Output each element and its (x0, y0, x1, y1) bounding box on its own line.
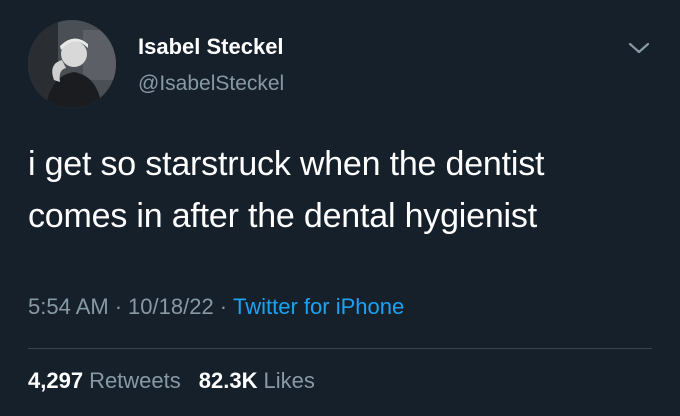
tweet-text-line: comes in after the dental hygienist (28, 197, 537, 235)
avatar[interactable] (28, 20, 116, 108)
profile-photo-icon (28, 20, 116, 108)
chevron-down-icon (628, 42, 650, 54)
author-handle[interactable]: @IsabelSteckel (138, 72, 284, 96)
retweets-label: Retweets (89, 368, 181, 393)
meta-separator: · (219, 294, 228, 319)
tweet-text: i get so starstruck when the dentist com… (28, 138, 658, 242)
meta-separator: · (114, 294, 123, 319)
tweet-metadata: 5:54 AM · 10/18/22 · Twitter for iPhone (28, 294, 404, 320)
more-menu-button[interactable] (626, 38, 652, 58)
tweet-card: Isabel Steckel @IsabelSteckel i get so s… (0, 0, 680, 416)
likes-stat[interactable]: 82.3K Likes (199, 368, 315, 393)
likes-label: Likes (263, 368, 315, 393)
tweet-time[interactable]: 5:54 AM (28, 294, 109, 319)
tweet-text-line: i get so starstruck when the dentist (28, 145, 545, 183)
tweet-date[interactable]: 10/18/22 (128, 294, 214, 319)
tweet-stats: 4,297 Retweets 82.3K Likes (28, 368, 315, 394)
author-display-name[interactable]: Isabel Steckel (138, 34, 284, 60)
tweet-source-link[interactable]: Twitter for iPhone (233, 294, 404, 319)
retweets-count: 4,297 (28, 368, 84, 393)
retweets-stat[interactable]: 4,297 Retweets (28, 368, 181, 393)
likes-count: 82.3K (198, 368, 258, 393)
divider (28, 348, 652, 349)
